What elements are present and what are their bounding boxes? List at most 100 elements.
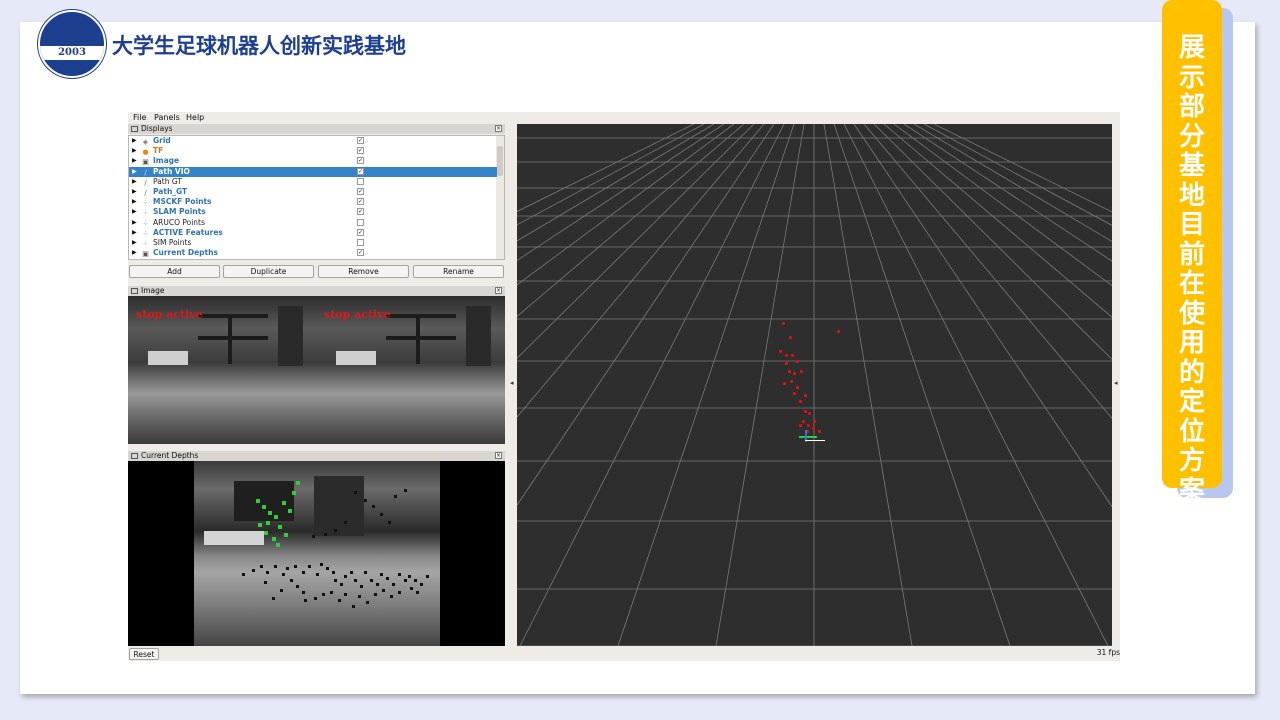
display-row[interactable]: ▶ ● TF ✓: [129, 146, 497, 156]
display-checkbox[interactable]: ✓: [357, 208, 364, 216]
expand-arrow-icon[interactable]: ▶: [132, 228, 137, 238]
depth-point: [272, 597, 275, 600]
depth-point: [332, 571, 335, 574]
display-row[interactable]: ▶ ∕ Path_GT ✓: [129, 187, 497, 197]
display-checkbox[interactable]: [357, 218, 364, 226]
feature-point: [837, 330, 840, 333]
depth-point: [370, 579, 373, 582]
display-name: Path GT: [153, 176, 182, 186]
tracked-feature: [272, 537, 276, 541]
display-row[interactable]: ▶ ⁘ MSCKF Points ✓: [129, 197, 497, 207]
depth-point: [408, 575, 411, 578]
remove-button[interactable]: Remove: [318, 265, 409, 278]
duplicate-button[interactable]: Duplicate: [223, 265, 314, 278]
depth-panel-title: Current Depths ×: [128, 451, 505, 461]
add-button[interactable]: Add: [129, 265, 220, 278]
depth-point: [316, 573, 319, 576]
feature-point: [790, 380, 793, 383]
scrollbar-thumb[interactable]: [497, 146, 503, 176]
expand-arrow-icon[interactable]: ▶: [132, 238, 137, 248]
close-icon[interactable]: ×: [495, 287, 502, 294]
displays-title-text: Displays: [141, 124, 173, 133]
close-icon[interactable]: ×: [495, 452, 502, 459]
expand-arrow-icon[interactable]: ▶: [132, 136, 137, 146]
expand-arrow-icon[interactable]: ▶: [132, 146, 137, 156]
display-checkbox[interactable]: ✓: [357, 167, 364, 175]
depth-point: [358, 595, 361, 598]
feature-point: [812, 427, 815, 430]
expand-arrow-icon[interactable]: ▶: [132, 197, 137, 207]
display-name: SLAM Points: [153, 207, 206, 217]
display-row[interactable]: ▶ ⁘ ACTIVE Features ✓: [129, 228, 497, 238]
grid-line: [517, 124, 745, 317]
depth-point: [296, 585, 299, 588]
feature-point: [782, 322, 785, 325]
displays-scrollbar[interactable]: [496, 136, 504, 259]
expand-arrow-icon[interactable]: ▶: [132, 187, 137, 197]
menu-file[interactable]: File: [133, 113, 146, 122]
depth-point: [354, 579, 357, 582]
tracked-feature: [268, 511, 272, 515]
expand-arrow-icon[interactable]: ▶: [132, 177, 137, 187]
depth-point: [308, 565, 311, 568]
tracked-feature: [266, 521, 270, 525]
depth-point: [380, 573, 383, 576]
depth-title-text: Current Depths: [141, 451, 199, 460]
image-title-text: Image: [141, 286, 165, 295]
menu-panels[interactable]: Panels: [154, 113, 180, 122]
display-name: Grid: [153, 136, 171, 145]
depth-point: [404, 489, 407, 492]
display-row[interactable]: ▶ ⁘ SLAM Points ✓: [129, 207, 497, 217]
feature-point: [793, 372, 796, 375]
tracked-feature: [274, 515, 278, 519]
feature-point: [804, 410, 807, 413]
display-checkbox[interactable]: [357, 239, 364, 246]
display-checkbox[interactable]: [357, 177, 364, 185]
display-checkbox[interactable]: ✓: [357, 137, 364, 144]
display-checkbox[interactable]: ✓: [357, 147, 364, 155]
depth-point: [266, 571, 269, 574]
display-checkbox[interactable]: ✓: [357, 198, 364, 206]
display-checkbox[interactable]: ✓: [357, 228, 364, 236]
close-icon[interactable]: ×: [495, 125, 502, 132]
3d-view[interactable]: [517, 124, 1112, 646]
splitter-left-arrow[interactable]: ◂: [510, 379, 514, 387]
overlay-text-right: stop active: [324, 308, 391, 321]
display-checkbox[interactable]: ✓: [357, 188, 364, 195]
expand-arrow-icon[interactable]: ▶: [132, 218, 137, 228]
expand-arrow-icon[interactable]: ▶: [132, 167, 137, 177]
depth-point: [416, 591, 419, 594]
display-row[interactable]: ▶ ▣ Current Depths ✓: [129, 248, 497, 258]
depth-point: [376, 583, 379, 586]
reset-button[interactable]: Reset: [129, 648, 159, 660]
display-checkbox[interactable]: ✓: [357, 249, 364, 257]
display-row[interactable]: ▶ ◈ Grid ✓: [129, 136, 497, 146]
display-checkbox[interactable]: ✓: [357, 157, 364, 165]
grid-lines: [517, 124, 1112, 646]
tracked-feature: [278, 525, 282, 529]
expand-arrow-icon[interactable]: ▶: [132, 156, 137, 166]
splitter-right-arrow[interactable]: ◂: [1114, 379, 1118, 387]
menu-help[interactable]: Help: [186, 113, 204, 122]
feature-point: [807, 424, 810, 427]
display-row[interactable]: ▶ ∕ Path VIO ✓: [129, 166, 497, 177]
depth-point: [320, 563, 323, 566]
expand-arrow-icon[interactable]: ▶: [132, 207, 137, 217]
grid-line: [517, 124, 755, 359]
grid-line: [517, 124, 765, 418]
display-row[interactable]: ▶ ▣ Image ✓: [129, 156, 497, 166]
display-row[interactable]: ▶ ⁘ ARUCO Points: [129, 218, 497, 228]
display-row[interactable]: ▶ ⁘ SIM Points: [129, 238, 497, 248]
display-name: MSCKF Points: [153, 197, 212, 207]
depth-point: [312, 535, 315, 538]
tf-axis-marker: [805, 440, 825, 441]
display-name: Image: [153, 156, 180, 166]
expand-arrow-icon[interactable]: ▶: [132, 248, 137, 258]
feature-point: [796, 360, 799, 363]
displays-panel-title: Displays ×: [128, 124, 505, 134]
display-row[interactable]: ▶ ∕ Path GT: [129, 177, 497, 187]
tracked-feature: [282, 501, 286, 505]
depth-point: [360, 585, 363, 588]
depth-point: [338, 599, 341, 602]
rename-button[interactable]: Rename: [413, 265, 504, 278]
